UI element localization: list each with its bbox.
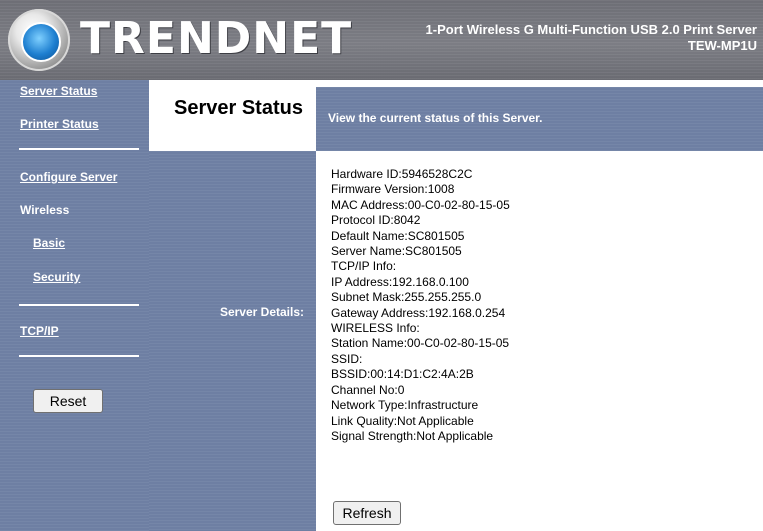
product-title: 1-Port Wireless G Multi-Function USB 2.0… — [426, 22, 757, 54]
sidebar-divider — [19, 355, 139, 357]
server-detail-item: Server Name:SC801505 — [331, 244, 462, 259]
server-detail-item: TCP/IP Info: — [331, 259, 397, 274]
server-detail-item: SSID: — [331, 351, 363, 366]
server-details-label: Server Details: — [219, 305, 304, 319]
sidebar-divider — [19, 148, 139, 150]
details-label-cell: Server Details: — [149, 151, 316, 531]
page-description-cell: View the current status of this Server. — [316, 87, 763, 151]
server-detail-item: Gateway Address:192.168.0.254 — [331, 305, 506, 320]
sidebar-nav: Server Status Printer Status Configure S… — [0, 80, 149, 531]
server-details-panel: Hardware ID:5946528C2C Firmware Version:1… — [316, 151, 763, 531]
server-detail-item: Channel No:0 — [331, 382, 405, 397]
server-detail-item: MAC Address:00-C0-02-80-15-05 — [331, 197, 510, 212]
sidebar-item-printer-status[interactable]: Printer Status — [20, 117, 99, 131]
sidebar-item-basic[interactable]: Basic — [33, 236, 65, 250]
brand-logo-text: TRENDNET — [80, 13, 353, 64]
server-detail-item: Network Type:Infrastructure — [331, 398, 479, 413]
page-description: View the current status of this Server. — [328, 111, 543, 125]
sidebar-section-wireless: Wireless — [20, 203, 70, 217]
product-name: 1-Port Wireless G Multi-Function USB 2.0… — [425, 22, 757, 37]
header-banner: TRENDNET 1-Port Wireless G Multi-Functio… — [0, 0, 763, 80]
server-detail-item: Firmware Version:1008 — [331, 182, 455, 197]
product-model: TEW-MP1U — [687, 38, 757, 53]
sidebar-item-security[interactable]: Security — [33, 270, 80, 284]
trendnet-logo-icon — [8, 9, 70, 71]
page-title: Server Status — [174, 97, 303, 119]
sidebar-item-tcpip[interactable]: TCP/IP — [20, 324, 59, 338]
server-detail-item: Default Name:SC801505 — [331, 228, 465, 243]
server-detail-item: WIRELESS Info: — [331, 321, 420, 336]
server-detail-item: Subnet Mask:255.255.255.0 — [331, 290, 482, 305]
server-detail-item: BSSID:00:14:D1:C2:4A:2B — [331, 367, 474, 382]
server-detail-item: Protocol ID:8042 — [331, 213, 421, 228]
sidebar-divider — [19, 304, 139, 306]
sidebar-item-server-status[interactable]: Server Status — [20, 84, 97, 98]
server-detail-item: Link Quality:Not Applicable — [331, 413, 474, 428]
refresh-button[interactable]: Refresh — [333, 501, 401, 525]
server-detail-item: IP Address:192.168.0.100 — [331, 274, 469, 289]
server-detail-item: Station Name:00-C0-02-80-15-05 — [331, 336, 510, 351]
reset-button[interactable]: Reset — [33, 389, 103, 413]
sidebar-item-configure-server[interactable]: Configure Server — [20, 170, 117, 184]
server-detail-item: Hardware ID:5946528C2C — [331, 167, 473, 181]
server-detail-item: Signal Strength:Not Applicable — [331, 428, 494, 443]
server-details-list: Hardware ID:5946528C2C Firmware Version:1… — [331, 167, 510, 444]
